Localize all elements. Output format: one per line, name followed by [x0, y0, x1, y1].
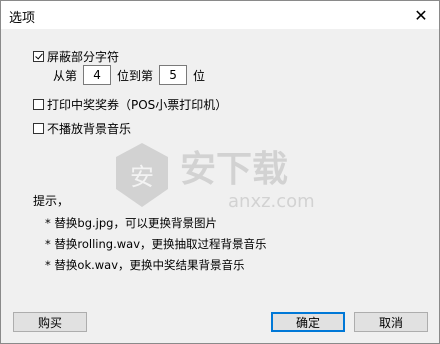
watermark-logo: 安 安下载 anxz.com	[110, 139, 330, 216]
watermark-shield-char: 安	[130, 163, 154, 191]
mask-range-row: 从第 位到第 位	[53, 65, 205, 85]
ok-button[interactable]: 确定	[271, 312, 345, 332]
title-bar: 选项 ✕	[1, 1, 439, 29]
unit-label: 位	[193, 68, 206, 83]
print-checkbox[interactable]	[33, 99, 44, 110]
from-label: 从第	[53, 68, 78, 83]
mask-option[interactable]: 屏蔽部分字符	[33, 48, 119, 65]
watermark-brand: 安下载	[180, 149, 288, 190]
watermark-domain: anxz.com	[228, 191, 315, 212]
cancel-button[interactable]: 取消	[354, 312, 428, 332]
print-option[interactable]: 打印中奖奖券（POS小票打印机）	[33, 96, 227, 113]
no-music-option[interactable]: 不播放背景音乐	[33, 120, 131, 137]
to-position-input[interactable]	[159, 65, 188, 85]
hint-line: * 替换ok.wav，更换中奖结果背景音乐	[45, 258, 245, 272]
window-title: 选项	[9, 11, 36, 26]
no-music-checkbox[interactable]	[33, 123, 44, 134]
to-label: 位到第	[117, 68, 154, 83]
print-label: 打印中奖奖券（POS小票打印机）	[47, 98, 228, 112]
mask-label: 屏蔽部分字符	[47, 50, 120, 64]
hint-line: * 替换bg.jpg，可以更换背景图片	[45, 216, 217, 230]
close-button[interactable]: ✕	[403, 1, 439, 29]
buy-button[interactable]: 购买	[13, 312, 87, 332]
mask-checkbox[interactable]	[33, 51, 44, 62]
hint-line: * 替换rolling.wav，更换抽取过程背景音乐	[45, 237, 267, 251]
options-dialog: 选项 ✕ 屏蔽部分字符 从第 位到第 位 打印中奖奖券（POS小票打印机） 不播…	[0, 0, 440, 344]
from-position-input[interactable]	[83, 65, 112, 85]
hint-title: 提示，	[33, 194, 70, 208]
no-music-label: 不播放背景音乐	[47, 122, 132, 136]
